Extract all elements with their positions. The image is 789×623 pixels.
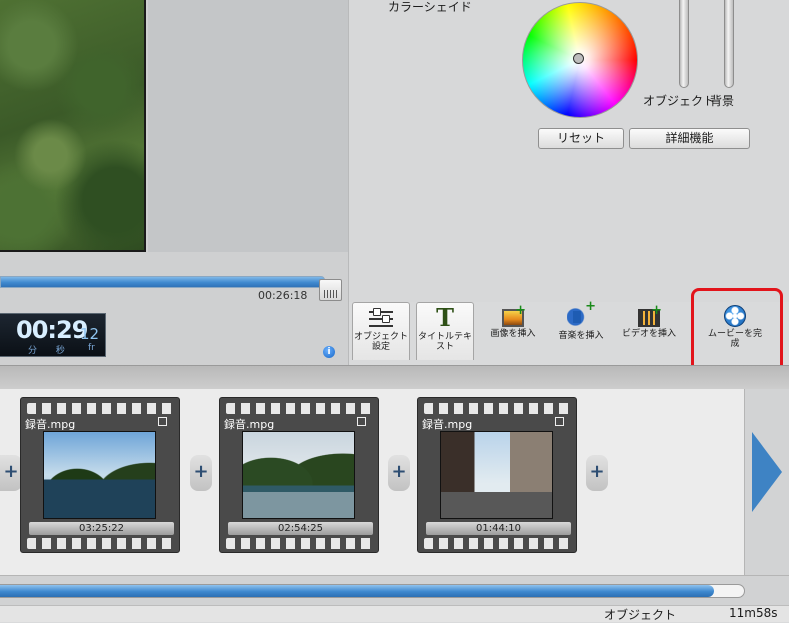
seek-bar[interactable] (0, 276, 325, 288)
reset-button[interactable]: リセット (538, 128, 624, 149)
timeline-clip[interactable]: 録音.mpg 03:25:22 (20, 397, 180, 553)
speaker-plus-icon (567, 302, 596, 329)
image-plus-icon (502, 306, 526, 327)
timecode-unit-labels: 分 秒 (28, 346, 65, 356)
background-color-slider[interactable] (724, 0, 734, 88)
title-text-icon: T (436, 303, 454, 332)
clip-duration: 03:25:22 (29, 522, 174, 535)
object-settings-button[interactable]: オブジェクト設定 (352, 302, 410, 360)
clip-duration: 01:44:10 (426, 522, 571, 535)
video-preview[interactable] (0, 0, 146, 252)
film-sprockets (226, 538, 372, 549)
seek-handle[interactable] (319, 279, 342, 301)
film-sprockets (27, 403, 173, 414)
timeline-clip[interactable]: 録音.mpg 01:44:10 (417, 397, 577, 553)
add-clip-button[interactable]: + (388, 455, 410, 491)
object-settings-label: オブジェクト設定 (353, 332, 408, 352)
film-sprockets (27, 538, 173, 549)
info-icon[interactable]: i (323, 346, 335, 358)
insert-video-button[interactable]: ビデオを挿入 (620, 302, 678, 360)
insert-music-button[interactable]: 音楽を挿入 (552, 302, 610, 360)
clip-thumbnail (43, 431, 156, 519)
insert-image-button[interactable]: 画像を挿入 (484, 302, 542, 360)
sliders-icon (367, 306, 395, 330)
clip-duration: 02:54:25 (228, 522, 373, 535)
timecode-main: 00:29 (16, 316, 88, 344)
title-text-label: タイトルテキスト (417, 332, 472, 352)
scroll-right-arrow-icon[interactable] (752, 432, 782, 512)
color-shade-label: カラーシェイド (388, 0, 472, 14)
clip-name: 録音.mpg (224, 418, 275, 431)
film-sprockets (226, 403, 372, 414)
clip-thumbnail (440, 431, 553, 519)
title-text-button[interactable]: T タイトルテキスト (416, 302, 474, 360)
add-clip-button[interactable]: + (190, 455, 212, 491)
horizontal-scrollbar-thumb[interactable] (0, 585, 714, 597)
clip-thumbnail (242, 431, 355, 519)
color-wheel-handle[interactable] (573, 53, 584, 64)
add-clip-button[interactable]: + (586, 455, 608, 491)
total-time: 00:26:18 (258, 289, 308, 302)
timecode-display: 00:29 12 分 秒 fr (0, 313, 106, 357)
timecode-frames: 12 (80, 325, 100, 343)
insert-image-label: 画像を挿入 (490, 329, 536, 339)
clip-name: 録音.mpg (422, 418, 473, 431)
object-slider-label: オブジェクト (643, 94, 716, 108)
film-sprockets (424, 403, 570, 414)
timecode-frame-label: fr (88, 343, 95, 353)
total-duration: 11m58s (729, 606, 778, 620)
film-sprockets (424, 538, 570, 549)
status-label: オブジェクト (604, 608, 677, 622)
insert-music-label: 音楽を挿入 (558, 331, 604, 341)
background-slider-label: 背景 (710, 94, 735, 108)
clip-transition-icon[interactable] (357, 417, 366, 426)
insert-video-label: ビデオを挿入 (621, 329, 676, 339)
clip-transition-icon[interactable] (555, 417, 564, 426)
highlight-annotation (691, 288, 783, 376)
object-color-slider[interactable] (679, 0, 689, 88)
preview-background (148, 0, 348, 252)
panel-divider[interactable] (0, 365, 789, 389)
film-plus-icon (638, 306, 662, 327)
clip-transition-icon[interactable] (158, 417, 167, 426)
clip-name: 録音.mpg (25, 418, 76, 431)
advanced-settings-button[interactable]: 詳細機能 (629, 128, 750, 149)
add-clip-button[interactable]: + (0, 455, 22, 491)
timeline-clip[interactable]: 録音.mpg 02:54:25 (219, 397, 379, 553)
